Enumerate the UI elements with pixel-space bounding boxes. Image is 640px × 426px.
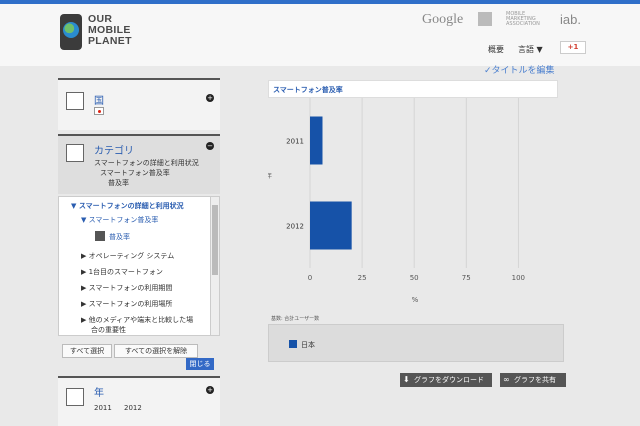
bar-chart: 0 25 50 75 100 2011 2012 年%: [268, 98, 525, 304]
legend-label: 日本: [301, 341, 315, 349]
clear-all-button[interactable]: すべての選択を解除: [114, 344, 198, 358]
x-tick-label: 75: [462, 274, 471, 282]
y-tick-label: 2012: [286, 223, 304, 231]
sidebar: 国 + カテゴリ − スマートフォンの詳細と利用状況 スマートフォン普及率 普及…: [58, 78, 220, 426]
japan-flag-icon[interactable]: [94, 107, 104, 115]
link-icon: ∞: [503, 375, 510, 384]
select-all-button[interactable]: すべて選択: [62, 344, 112, 358]
close-button[interactable]: 閉じる: [186, 358, 214, 370]
gplus-button[interactable]: +1: [560, 41, 586, 54]
chart-title-box: スマートフォン普及率: [268, 80, 558, 98]
category-toggle-button[interactable]: −: [206, 142, 214, 150]
country-title[interactable]: 国: [94, 92, 104, 107]
tree-item[interactable]: 普及率: [109, 232, 130, 242]
checkbox-checked-icon[interactable]: [95, 231, 105, 241]
category-panel: カテゴリ − スマートフォンの詳細と利用状況 スマートフォン普及率 普及率: [58, 134, 220, 194]
globe-icon: [63, 22, 79, 38]
category-path-line: スマートフォン普及率: [100, 169, 170, 177]
category-tree[interactable]: ▼ スマートフォンの詳細と利用状況 ▼ スマートフォン普及率 普及率 ▶ オペレ…: [58, 196, 220, 336]
logo-text: OUR MOBILE PLANET: [88, 14, 132, 47]
legend-swatch: [289, 340, 297, 348]
x-tick-label: 50: [410, 274, 419, 282]
share-chart-button[interactable]: ∞ グラフを共有: [500, 373, 566, 387]
tree-item[interactable]: ▼ スマートフォンの詳細と利用状況: [71, 201, 184, 211]
category-path-line: 普及率: [108, 179, 129, 187]
logo-line: PLANET: [88, 35, 132, 47]
scroll-thumb[interactable]: [212, 205, 218, 275]
country-panel: 国 +: [58, 78, 220, 130]
country-toggle-button[interactable]: +: [206, 94, 214, 102]
bar: [310, 116, 323, 165]
iab-brand[interactable]: iab.: [560, 12, 581, 27]
nav-overview-link[interactable]: 概要: [488, 44, 504, 55]
map-icon: [66, 92, 84, 110]
category-path-line: スマートフォンの詳細と利用状況: [94, 159, 199, 167]
chart-notes: 基数: 合計ユーザー数: [271, 316, 320, 322]
tree-item[interactable]: ▶ 他のメディアや端末と比較した場: [81, 315, 193, 325]
y-tick-label: 2011: [286, 138, 304, 146]
language-dropdown[interactable]: 言語 ▼: [518, 44, 543, 55]
year-value: 2011: [94, 404, 112, 412]
header: OUR MOBILE PLANET Google MOBILE MARKETIN…: [0, 4, 640, 66]
tree-item[interactable]: ▶ 1台目のスマートフォン: [81, 267, 163, 277]
chart-title: スマートフォン普及率: [273, 86, 343, 94]
edit-title-link[interactable]: ✓タイトルを編集: [484, 63, 555, 76]
legend: 日本: [268, 324, 564, 362]
x-tick-label: 100: [512, 274, 525, 282]
year-toggle-button[interactable]: +: [206, 386, 214, 394]
tree-item[interactable]: ▶ スマートフォンの利用場所: [81, 299, 172, 309]
year-value: 2012: [124, 404, 142, 412]
x-tick-label: 25: [358, 274, 367, 282]
category-title[interactable]: カテゴリ: [94, 142, 134, 157]
year-panel: 年 + 2011 2012: [58, 376, 220, 426]
edit-title-label: タイトルを編集: [491, 66, 555, 76]
y-axis-label: 年: [268, 172, 272, 180]
google-brand[interactable]: Google: [422, 12, 463, 28]
tree-item-continued[interactable]: 合の重要性: [91, 325, 126, 335]
tree-item[interactable]: ▼ スマートフォン普及率: [81, 215, 158, 225]
download-icon: ⬇: [403, 375, 410, 384]
tree-item[interactable]: ▶ オペレーティング システム: [81, 251, 174, 261]
year-title[interactable]: 年: [94, 384, 104, 399]
download-chart-button[interactable]: ⬇ グラフをダウンロード: [400, 373, 492, 387]
partner-logo-icon: [478, 12, 492, 26]
tree-item[interactable]: ▶ スマートフォンの利用期間: [81, 283, 172, 293]
mma-brand: MOBILE MARKETING ASSOCIATION: [506, 11, 540, 27]
share-chart-label: グラフを共有: [514, 376, 556, 384]
bar: [310, 201, 352, 250]
phone-category-icon: [66, 144, 84, 162]
logo[interactable]: OUR MOBILE PLANET: [60, 12, 180, 56]
download-chart-label: グラフをダウンロード: [414, 376, 484, 384]
calendar-icon: [66, 388, 84, 406]
x-tick-label: 0: [308, 274, 312, 282]
x-axis-label: %: [412, 296, 419, 304]
tree-scrollbar[interactable]: [210, 197, 219, 335]
